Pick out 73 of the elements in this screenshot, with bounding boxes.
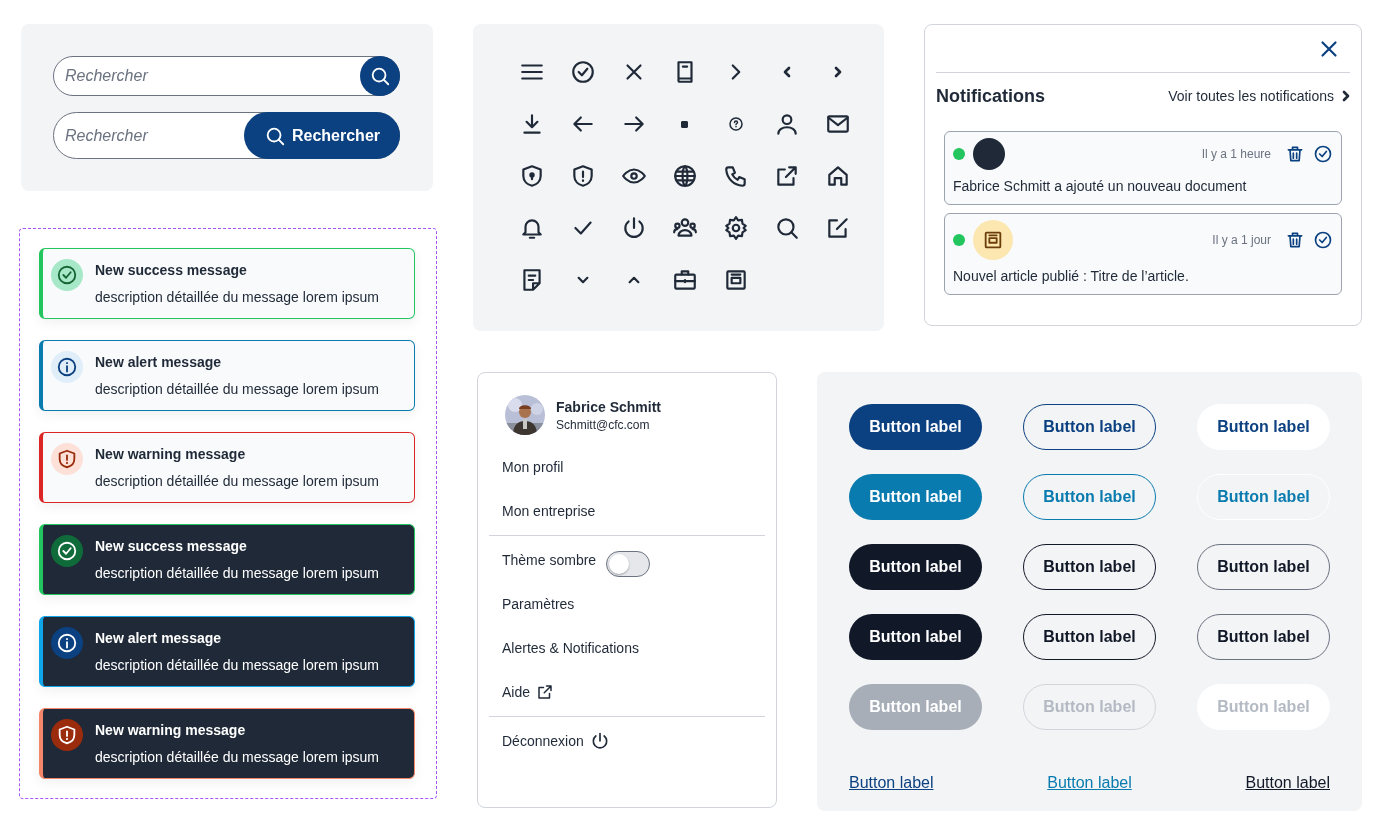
link-button[interactable]: Button label — [1047, 774, 1132, 792]
info-icon — [56, 356, 78, 378]
check-circle-icon — [1313, 230, 1333, 250]
label-button[interactable]: Button label — [1197, 544, 1330, 590]
toast-title: New alert message — [95, 354, 223, 370]
trash-icon — [1285, 230, 1305, 250]
delete-button[interactable] — [1285, 144, 1305, 164]
chevron-up-small-icon — [627, 276, 640, 284]
search-button[interactable]: Rechercher — [243, 112, 400, 159]
check-circle-icon — [1313, 144, 1333, 164]
trash-icon — [1285, 144, 1305, 164]
menu-item[interactable]: Mon profil — [502, 459, 564, 475]
shield-alert-icon — [56, 448, 78, 470]
menu-item[interactable]: Alertes & Notifications — [502, 640, 639, 656]
toast-description: description détaillée du message lorem ipsum — [95, 657, 380, 673]
briefcase-icon — [671, 267, 698, 293]
globe-icon — [671, 163, 698, 189]
chevron-left-small-icon — [782, 66, 791, 78]
user-email: Schmitt@cfc.com — [556, 417, 651, 432]
notification-text: Fabrice Schmitt a ajouté un nouveau document — [953, 178, 1248, 194]
toast-title: New alert message — [95, 630, 223, 646]
toast-title: New success message — [95, 262, 248, 278]
label-button[interactable]: Button label — [849, 614, 982, 660]
mark-read-button[interactable] — [1313, 230, 1333, 250]
toast-description: description détaillée du message lorem ipsum — [95, 565, 380, 581]
notification-time: Il y a 1 heure — [1201, 147, 1271, 161]
user-name: Fabrice Schmitt — [556, 398, 662, 415]
check-circle-icon — [569, 59, 596, 85]
label-button[interactable]: Button label — [849, 474, 982, 520]
help-icon — [728, 117, 743, 131]
delete-button[interactable] — [1285, 230, 1305, 250]
panel-title: Notifications — [936, 85, 1045, 107]
mark-read-button[interactable] — [1313, 144, 1333, 164]
gear-icon — [722, 215, 749, 241]
toast-title: New warning message — [95, 722, 247, 738]
check-circle-icon — [56, 540, 78, 562]
label-button[interactable]: Button label — [1197, 614, 1330, 660]
info-icon — [56, 632, 78, 654]
menu-item[interactable]: Mon entreprise — [502, 503, 596, 519]
toast-title: New success message — [95, 538, 248, 554]
search-field[interactable]: Rechercher — [54, 66, 360, 86]
search-field[interactable]: Rechercher — [54, 125, 244, 146]
chevron-right-small-icon — [1342, 90, 1350, 102]
shield-alert-icon — [56, 724, 78, 746]
chevron-down-small-icon — [576, 276, 589, 284]
toast-title: New warning message — [95, 446, 247, 462]
menu-item[interactable]: Aide — [502, 684, 531, 700]
toast-description: description détaillée du message lorem ipsum — [95, 473, 380, 489]
label-button[interactable]: Button label — [849, 404, 982, 450]
label-button[interactable]: Button label — [1197, 404, 1330, 450]
toast-description: description détaillée du message lorem ipsum — [95, 289, 380, 305]
menu-item[interactable]: Déconnexion — [502, 733, 584, 749]
menu-item[interactable]: Paramètres — [502, 596, 575, 612]
search-bar[interactable]: Rechercher Rechercher — [53, 112, 400, 159]
check-circle-icon — [56, 264, 78, 286]
notification-time: Il y a 1 jour — [1212, 233, 1271, 247]
toggle-switch[interactable] — [606, 551, 651, 577]
link-button[interactable]: Button label — [1245, 774, 1330, 792]
link-button[interactable]: Button label — [849, 774, 934, 792]
article-icon — [982, 229, 1004, 251]
toast-description: description détaillée du message lorem ipsum — [95, 749, 380, 765]
phone-icon — [722, 163, 749, 189]
toast-description: description détaillée du message lorem ipsum — [95, 381, 380, 397]
label-button[interactable]: Button label — [849, 544, 982, 590]
view-all-link[interactable]: Voir toutes les notifications — [1168, 88, 1350, 104]
chevron-right-small-icon — [833, 66, 842, 78]
label-button[interactable]: Button label — [1197, 474, 1330, 520]
search-button[interactable] — [360, 56, 400, 96]
search-bar[interactable]: Rechercher — [53, 56, 400, 96]
search-icon — [369, 65, 391, 87]
external-link-icon — [536, 683, 555, 701]
notification-text: Nouvel article publié : Titre de l’article. — [953, 268, 1190, 284]
avatar-icon — [973, 138, 1005, 170]
